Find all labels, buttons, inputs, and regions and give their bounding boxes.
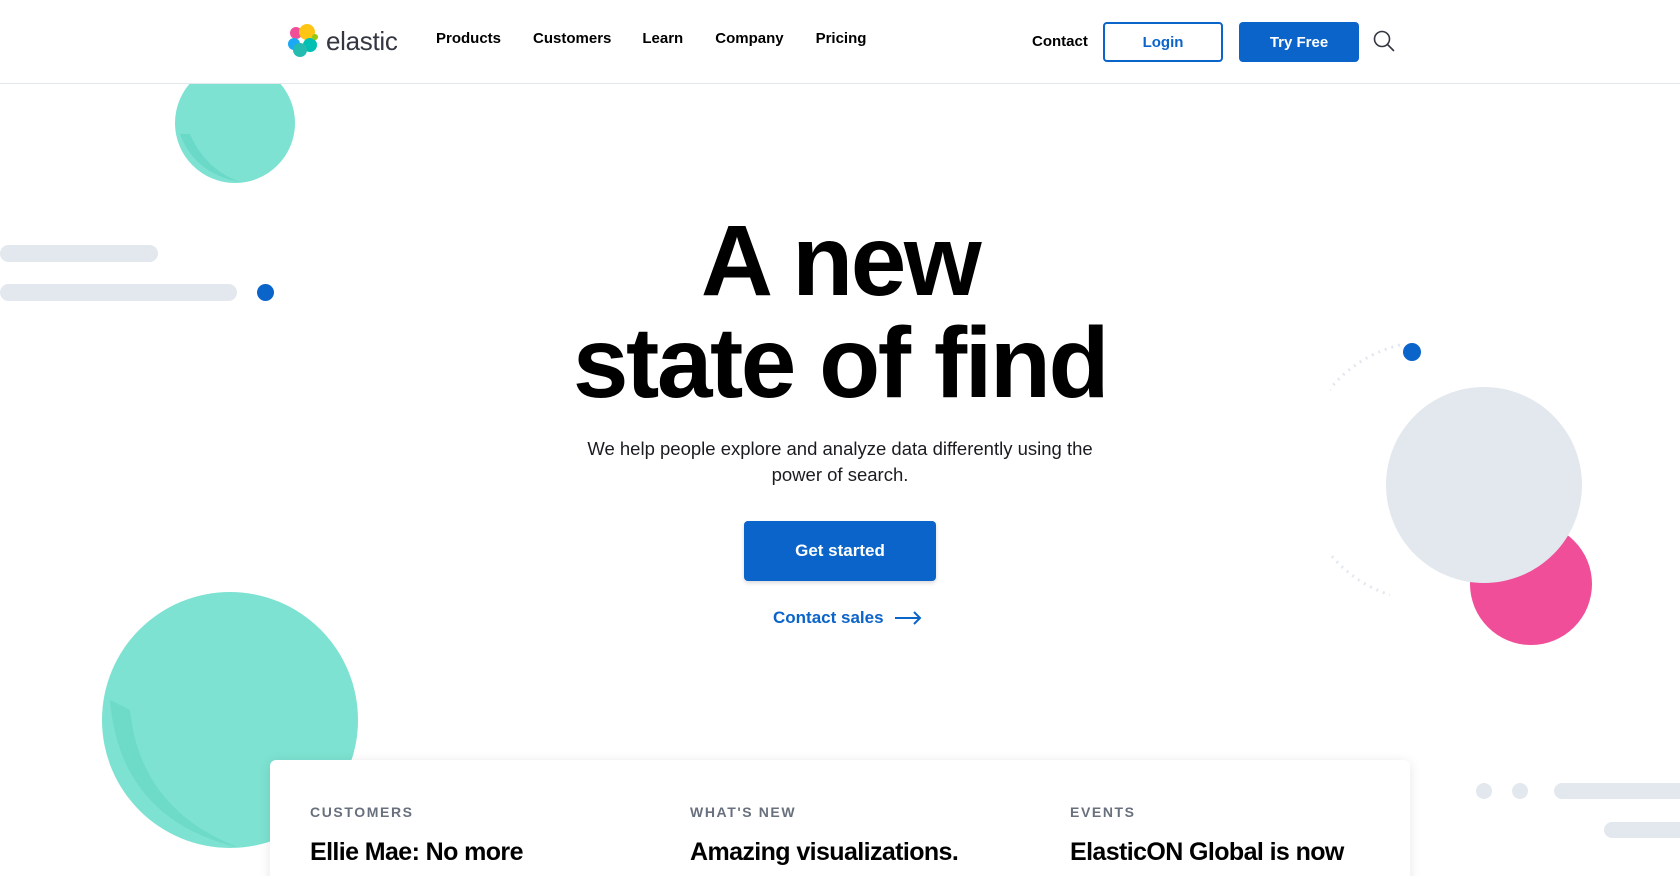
hero-title: A new state of find [440, 210, 1240, 414]
contact-link[interactable]: Contact [1032, 33, 1088, 50]
card-title[interactable]: Amazing visualizations. [690, 838, 1030, 867]
contact-sales-label: Contact sales [773, 608, 884, 627]
brand-name: elastic [326, 25, 398, 56]
site-header: elastic Products Customers Learn Company… [0, 0, 1680, 84]
hero-title-line-2: state of find [572, 307, 1110, 419]
gray-bar-decoration [0, 245, 158, 262]
get-started-button[interactable]: Get started [744, 521, 936, 581]
nav-item-learn[interactable]: Learn [642, 30, 683, 47]
card-label: EVENTS [1070, 804, 1136, 820]
login-button[interactable]: Login [1103, 22, 1223, 62]
nav-item-products[interactable]: Products [436, 30, 501, 47]
arrow-right-icon [894, 611, 921, 625]
card-whats-new[interactable]: WHAT'S NEW Amazing visualizations. [690, 804, 1030, 867]
gray-bar-decoration [1554, 783, 1680, 799]
hero-subtitle: We help people explore and analyze data … [587, 438, 1093, 485]
elastic-logo[interactable]: elastic [285, 22, 398, 60]
gray-dot-decoration [1512, 783, 1528, 799]
card-title[interactable]: Ellie Mae: No more [310, 838, 650, 867]
gray-dot-decoration [1476, 783, 1492, 799]
contact-sales-link[interactable]: Contact sales [773, 608, 922, 628]
blue-dot-decoration [257, 284, 274, 301]
page: elastic Products Customers Learn Company… [0, 0, 1680, 876]
search-icon[interactable] [1373, 30, 1395, 52]
card-events[interactable]: EVENTS ElasticON Global is now [1070, 804, 1410, 867]
gray-bar-decoration [0, 284, 237, 301]
card-title[interactable]: ElasticON Global is now [1070, 838, 1410, 867]
try-free-button[interactable]: Try Free [1239, 22, 1359, 62]
highlights-panel: CUSTOMERS Ellie Mae: No more WHAT'S NEW … [270, 760, 1410, 876]
teal-circle-small-decoration [175, 84, 295, 183]
card-customers[interactable]: CUSTOMERS Ellie Mae: No more [310, 804, 650, 867]
elastic-logo-icon [288, 24, 318, 57]
gray-bar-decoration [1604, 822, 1680, 838]
circles-cluster-decoration [1330, 343, 1592, 645]
main-nav: Products Customers Learn Company Pricing [436, 30, 898, 47]
nav-item-pricing[interactable]: Pricing [816, 30, 867, 47]
hero-title-line-1: A new [700, 205, 982, 317]
card-label: WHAT'S NEW [690, 804, 797, 820]
nav-item-customers[interactable]: Customers [533, 30, 611, 47]
card-label: CUSTOMERS [310, 804, 414, 820]
nav-item-company[interactable]: Company [715, 30, 783, 47]
